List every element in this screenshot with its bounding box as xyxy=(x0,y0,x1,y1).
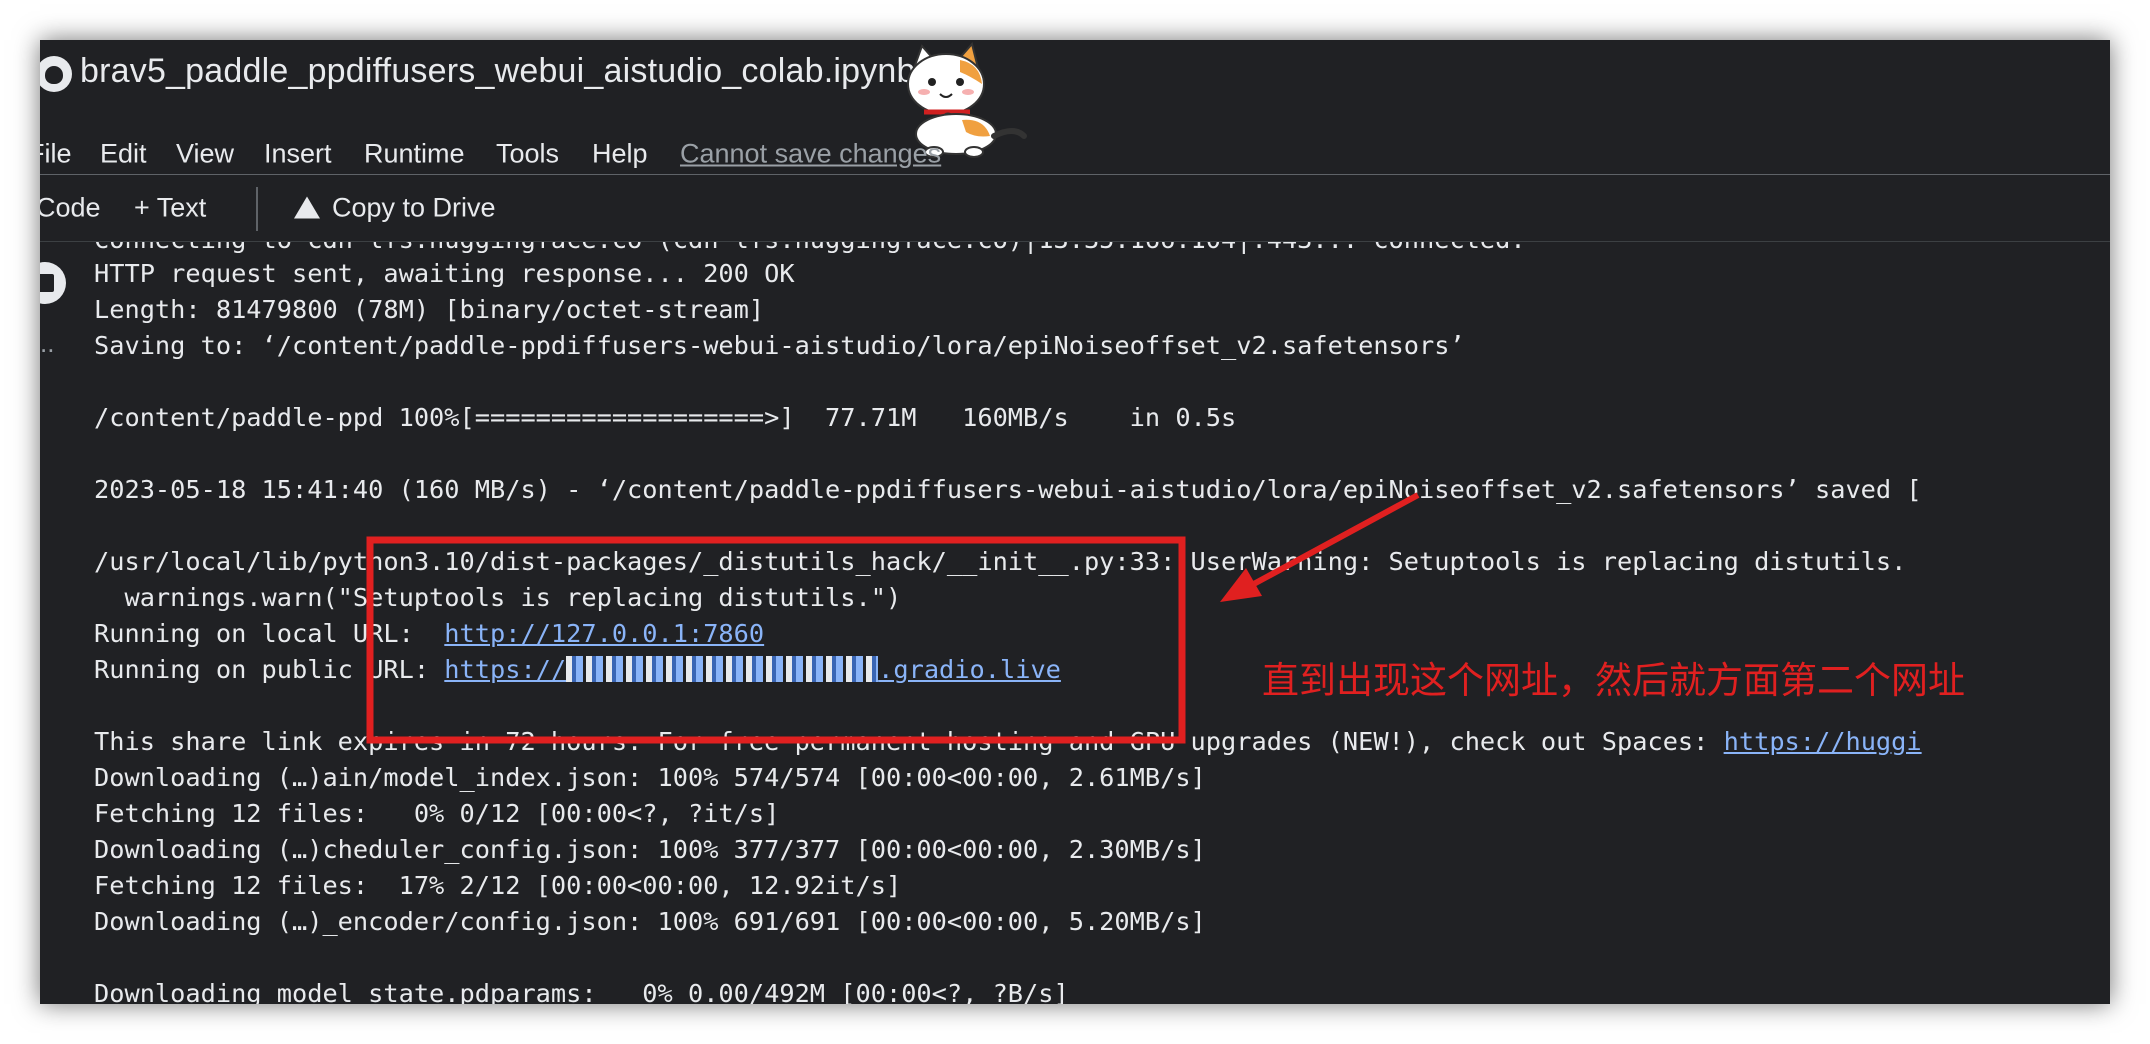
menu-help[interactable]: Help xyxy=(592,139,648,170)
menu-bar: File Edit View Insert Runtime Tools Help… xyxy=(40,116,2110,175)
copy-to-drive-label: Copy to Drive xyxy=(332,192,496,223)
notebook-title[interactable]: brav5_paddle_ppdiffusers_webui_aistudio_… xyxy=(80,52,916,91)
menu-file[interactable]: File xyxy=(40,139,72,170)
cell-output: .. Connecting to cdn-lfs.huggingface.co … xyxy=(40,242,2110,1004)
toolbar-divider xyxy=(256,187,258,231)
output-line-local-url: Running on local URL: http://127.0.0.1:7… xyxy=(94,616,764,652)
more-actions-icon[interactable]: .. xyxy=(40,328,54,359)
public-url-label: Running on public URL: xyxy=(94,655,445,684)
menu-view[interactable]: View xyxy=(176,139,234,170)
github-icon[interactable] xyxy=(40,56,72,92)
redacted-url-segment xyxy=(566,656,879,682)
toolbar: Code + Text Copy to Drive xyxy=(40,175,2110,242)
output-line: Length: 81479800 (78M) [binary/octet-str… xyxy=(94,295,765,324)
output-line-public-url: Running on public URL: https:// .gradio.l… xyxy=(94,652,1061,688)
share-link-text: This share link expires in 72 hours. For… xyxy=(94,727,1724,756)
public-url-prefix: https:// xyxy=(444,655,567,684)
output-line: Downloading (…)cheduler_config.json: 100… xyxy=(94,835,1206,864)
output-line: /content/paddle-ppd 100%[===============… xyxy=(94,403,1237,432)
menu-insert[interactable]: Insert xyxy=(264,139,332,170)
colab-window: brav5_paddle_ppdiffusers_webui_aistudio_… xyxy=(40,40,2110,1004)
output-line: Saving to: ‘/content/paddle-ppdiffusers-… xyxy=(94,331,1465,360)
cannot-save-link[interactable]: Cannot save changes xyxy=(680,139,941,170)
output-line: warnings.warn("Setuptools is replacing d… xyxy=(94,583,902,612)
copy-to-drive-button[interactable]: Copy to Drive xyxy=(294,193,496,224)
local-url-link[interactable]: http://127.0.0.1:7860 xyxy=(444,619,764,648)
output-line: Fetching 12 files: 0% 0/12 [00:00<?, ?it… xyxy=(94,799,780,828)
output-line: Downloading (…)_encoder/config.json: 100… xyxy=(94,907,1206,936)
public-url-link[interactable]: https:// .gradio.live xyxy=(444,655,1061,684)
run-stop-icon[interactable] xyxy=(40,262,66,304)
output-line: /usr/local/lib/python3.10/dist-packages/… xyxy=(94,547,1907,576)
menu-edit[interactable]: Edit xyxy=(100,139,147,170)
output-line: Downloading (…)ain/model_index.json: 100… xyxy=(94,763,1206,792)
local-url-label: Running on local URL: xyxy=(94,619,445,648)
google-drive-icon xyxy=(294,196,320,219)
title-bar: brav5_paddle_ppdiffusers_webui_aistudio_… xyxy=(40,40,2110,158)
add-code-button[interactable]: Code xyxy=(40,193,101,224)
output-line-share: This share link expires in 72 hours. For… xyxy=(94,724,1922,760)
output-line: Fetching 12 files: 17% 2/12 [00:00<00:00… xyxy=(94,871,902,900)
output-line: 2023-05-18 15:41:40 (160 MB/s) - ‘/conte… xyxy=(94,475,1922,504)
public-url-suffix: .gradio.live xyxy=(878,655,1061,684)
menu-runtime[interactable]: Runtime xyxy=(364,139,465,170)
annotation-note: 直到出现这个网址，然后就方面第二个网址 xyxy=(1262,659,1965,702)
output-line: Downloading model_state.pdparams: 0% 0.0… xyxy=(94,979,1069,1004)
menu-tools[interactable]: Tools xyxy=(496,139,559,170)
add-text-button[interactable]: + Text xyxy=(134,193,206,224)
output-line: HTTP request sent, awaiting response... … xyxy=(94,259,795,288)
spaces-link[interactable]: https://huggi xyxy=(1724,727,1922,756)
